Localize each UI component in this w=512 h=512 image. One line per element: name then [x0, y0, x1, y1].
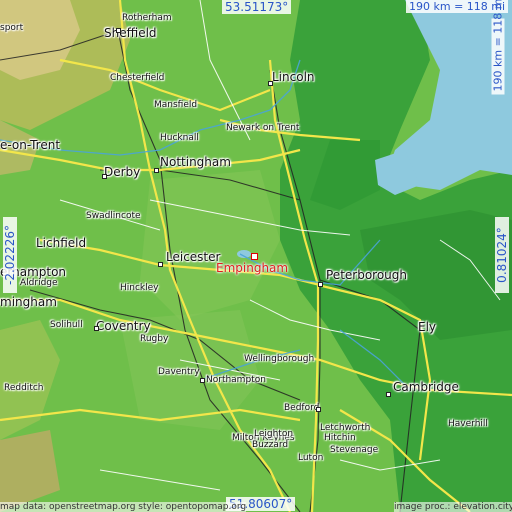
scale-label-right: 190 km = 118 mi [491, 0, 505, 95]
place-coventry: Coventry [96, 319, 151, 333]
city-dot-derby [102, 174, 107, 179]
city-dot-coventry [94, 326, 99, 331]
place-stoke: e-on-Trent [0, 138, 61, 152]
place-newark: Newark on Trent [226, 123, 300, 133]
focus-place-label[interactable]: Empingham [216, 262, 288, 274]
coord-top-latitude: 53.51173° [222, 0, 292, 14]
place-solihull: Solihull [50, 320, 83, 330]
place-haverhill: Haverhill [448, 419, 488, 429]
place-chesterfield: Chesterfield [110, 73, 165, 83]
city-dot-lincoln [268, 81, 273, 86]
place-sport: sport [0, 23, 24, 33]
place-bedford: Bedford [284, 403, 320, 413]
place-ely: Ely [418, 320, 437, 334]
city-dot-peterborough [318, 282, 323, 287]
city-dot-bedford [316, 407, 321, 412]
place-hinckley: Hinckley [120, 283, 159, 293]
city-dot-sheffield [116, 28, 121, 33]
place-buzzard: Buzzard [252, 440, 289, 450]
focus-place-marker[interactable] [251, 253, 258, 260]
place-sheffield: Sheffield [104, 26, 157, 40]
coord-left-longitude: -2.02226° [3, 217, 17, 293]
place-mansfield: Mansfield [154, 100, 198, 110]
place-aldridge: Aldridge [20, 278, 58, 288]
place-birmingham: mingham [0, 295, 57, 309]
place-daventry: Daventry [158, 367, 200, 377]
place-wellingborough: Wellingborough [244, 354, 315, 364]
place-derby: Derby [104, 165, 141, 179]
place-rugby: Rugby [140, 334, 169, 344]
place-redditch: Redditch [4, 383, 44, 393]
attribution-map-data: map data: openstreetmap.org style: opent… [0, 502, 247, 512]
place-rotherham: Rotherham [122, 13, 172, 23]
place-stevenage: Stevenage [330, 445, 379, 455]
place-hitchin: Hitchin [324, 433, 356, 443]
place-letchworth: Letchworth [320, 423, 371, 433]
place-luton: Luton [298, 453, 324, 463]
place-lichfield: Lichfield [36, 236, 87, 250]
place-peterborough: Peterborough [326, 268, 408, 282]
city-dot-cambridge [386, 392, 391, 397]
place-cambridge: Cambridge [393, 380, 459, 394]
place-leighton: Leighton [254, 429, 294, 439]
attribution-image-proc: image proc.: elevation.city [394, 502, 512, 512]
place-swadlincote: Swadlincote [86, 211, 141, 221]
place-nottingham: Nottingham [160, 155, 231, 169]
city-dot-northampton [200, 378, 205, 383]
place-leicester: Leicester [166, 250, 221, 264]
place-lincoln: Lincoln [272, 70, 315, 84]
place-hucknall: Hucknall [160, 133, 199, 143]
city-dot-nottingham [154, 168, 159, 173]
coord-right-longitude: 0.81024° [495, 217, 509, 293]
city-dot-leicester [158, 262, 163, 267]
place-northampton: Northampton [206, 375, 266, 385]
map-view[interactable]: Rotherham Sheffield sport Lincoln Cheste… [0, 0, 512, 512]
